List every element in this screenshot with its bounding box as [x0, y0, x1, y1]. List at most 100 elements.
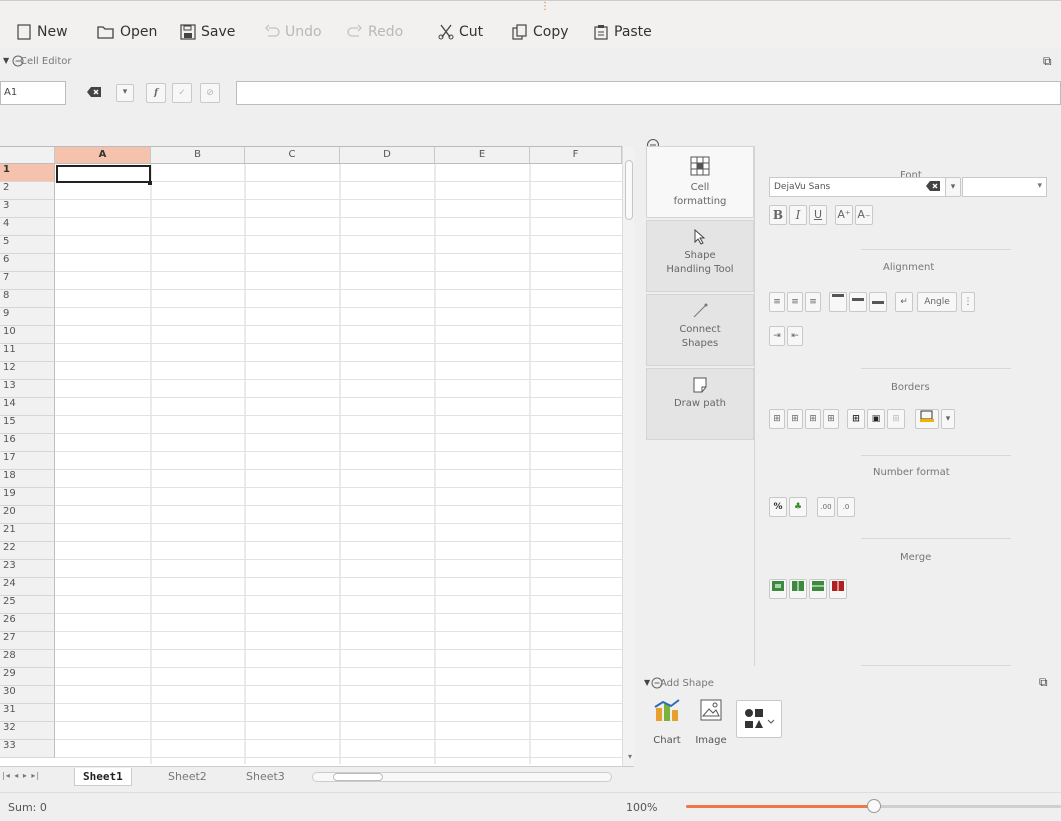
row-header[interactable]: 18 — [0, 470, 55, 488]
copy-button[interactable]: Copy — [512, 21, 569, 43]
vertical-scrollbar-thumb[interactable] — [625, 160, 633, 220]
redo-button[interactable]: Redo — [347, 21, 403, 43]
row-header[interactable]: 15 — [0, 416, 55, 434]
merge-vertical-button[interactable] — [809, 579, 827, 599]
align-center-button[interactable]: ≡ — [787, 292, 803, 312]
align-bottom-button[interactable] — [869, 292, 887, 312]
decrease-decimal-button[interactable]: .0 — [837, 497, 855, 517]
collapse-arrow-icon[interactable]: ▼ — [3, 56, 9, 65]
column-header-f[interactable]: F — [530, 147, 622, 164]
row-header[interactable]: 31 — [0, 704, 55, 722]
column-header-b[interactable]: B — [151, 147, 245, 164]
row-header[interactable]: 22 — [0, 542, 55, 560]
column-header-c[interactable]: C — [245, 147, 340, 164]
column-header-a[interactable]: A — [55, 147, 151, 164]
cancel-formula-button[interactable]: ⊘ — [200, 83, 220, 103]
tab-cell-formatting[interactable]: Cell formatting — [646, 146, 754, 218]
border-color-dropdown[interactable]: ▾ — [941, 409, 955, 429]
backspace-clear-icon[interactable] — [925, 180, 941, 192]
italic-button[interactable]: I — [789, 205, 807, 225]
new-button[interactable]: New — [16, 21, 68, 43]
row-header[interactable]: 5 — [0, 236, 55, 254]
row-header[interactable]: 11 — [0, 344, 55, 362]
spreadsheet-grid[interactable]: A B C D E F 1 2 3 4 5 6 7 8 9 10 11 12 13 14 15 16 17 18 1… — [0, 146, 622, 766]
row-header[interactable]: 2 — [0, 182, 55, 200]
function-wizard-button[interactable]: f — [146, 83, 166, 103]
column-header-d[interactable]: D — [340, 147, 435, 164]
bold-button[interactable]: B — [769, 205, 787, 225]
row-header[interactable]: 24 — [0, 578, 55, 596]
row-header[interactable]: 17 — [0, 452, 55, 470]
scroll-down-arrow-icon[interactable]: ▾ — [624, 752, 636, 764]
increase-indent-button[interactable]: ⇥ — [769, 326, 785, 346]
sheet-tab-sheet3[interactable]: Sheet3 — [238, 768, 293, 786]
save-button[interactable]: Save — [180, 21, 235, 43]
align-right-button[interactable]: ≡ — [805, 292, 821, 312]
float-dock-icon[interactable]: ⧉ — [1039, 675, 1048, 690]
row-header[interactable]: 14 — [0, 398, 55, 416]
tab-draw-path[interactable]: Draw path — [646, 368, 754, 440]
align-left-button[interactable]: ≡ — [769, 292, 785, 312]
row-header[interactable]: 10 — [0, 326, 55, 344]
shapes-palette-button[interactable] — [736, 700, 782, 738]
wrap-text-button[interactable]: ↵ — [895, 292, 913, 312]
unmerge-cells-button[interactable] — [829, 579, 847, 599]
row-header[interactable]: 3 — [0, 200, 55, 218]
border-left-button[interactable]: ⊞ — [769, 409, 785, 429]
row-header[interactable]: 13 — [0, 380, 55, 398]
font-family-dropdown[interactable]: ▾ — [945, 177, 961, 197]
tab-connect-shapes[interactable]: Connect Shapes — [646, 294, 754, 366]
cut-button[interactable]: Cut — [438, 21, 483, 43]
row-header[interactable]: 1 — [0, 164, 55, 182]
undo-button[interactable]: Undo — [264, 21, 322, 43]
row-header[interactable]: 8 — [0, 290, 55, 308]
percent-format-button[interactable]: % — [769, 497, 787, 517]
row-header[interactable]: 4 — [0, 218, 55, 236]
decrease-indent-button[interactable]: ⇤ — [787, 326, 803, 346]
selected-cell-a1[interactable] — [56, 165, 151, 183]
font-shrink-button[interactable]: A₋ — [855, 205, 873, 225]
row-header[interactable]: 21 — [0, 524, 55, 542]
row-header[interactable]: 9 — [0, 308, 55, 326]
cell-reference-field[interactable]: A1 — [0, 81, 66, 105]
merge-horizontal-button[interactable] — [789, 579, 807, 599]
row-header[interactable]: 27 — [0, 632, 55, 650]
zoom-slider-knob[interactable] — [866, 799, 881, 813]
chart-shape-button[interactable]: Chart — [646, 698, 688, 746]
corner-header[interactable] — [0, 147, 55, 164]
float-dock-icon[interactable]: ⧉ — [1043, 54, 1052, 69]
border-color-button[interactable] — [915, 409, 939, 429]
row-header[interactable]: 30 — [0, 686, 55, 704]
image-shape-button[interactable]: Image — [690, 698, 732, 746]
border-top-button[interactable]: ⊞ — [805, 409, 821, 429]
border-none-button[interactable]: ⊞ — [887, 409, 905, 429]
merge-cells-button[interactable] — [769, 579, 787, 599]
underline-button[interactable]: U — [809, 205, 827, 225]
row-header[interactable]: 32 — [0, 722, 55, 740]
row-header[interactable]: 12 — [0, 362, 55, 380]
horizontal-scrollbar-thumb[interactable] — [333, 773, 383, 781]
zoom-slider[interactable] — [686, 799, 1061, 813]
vertical-text-button[interactable]: ⋮ — [961, 292, 975, 312]
vertical-scrollbar[interactable] — [622, 146, 634, 766]
border-bottom-button[interactable]: ⊞ — [823, 409, 839, 429]
row-header[interactable]: 29 — [0, 668, 55, 686]
formula-input[interactable] — [236, 81, 1061, 105]
row-header[interactable]: 20 — [0, 506, 55, 524]
row-header[interactable]: 23 — [0, 560, 55, 578]
row-header[interactable]: 7 — [0, 272, 55, 290]
angle-button[interactable]: Angle — [917, 292, 957, 312]
fill-handle[interactable] — [148, 181, 152, 185]
tab-shape-handling-tool[interactable]: Shape Handling Tool — [646, 220, 754, 292]
align-middle-button[interactable] — [849, 292, 867, 312]
accept-formula-button[interactable]: ✓ — [172, 83, 192, 103]
horizontal-scrollbar[interactable] — [312, 772, 612, 782]
row-header[interactable]: 6 — [0, 254, 55, 272]
row-header[interactable]: 19 — [0, 488, 55, 506]
sheet-nav-arrows-icon[interactable]: |◂ ◂ ▸ ▸| — [2, 771, 40, 780]
column-header-e[interactable]: E — [435, 147, 530, 164]
row-header[interactable]: 28 — [0, 650, 55, 668]
increase-decimal-button[interactable]: .00 — [817, 497, 835, 517]
row-header[interactable]: 25 — [0, 596, 55, 614]
font-size-combo[interactable]: ▾ — [962, 177, 1047, 197]
